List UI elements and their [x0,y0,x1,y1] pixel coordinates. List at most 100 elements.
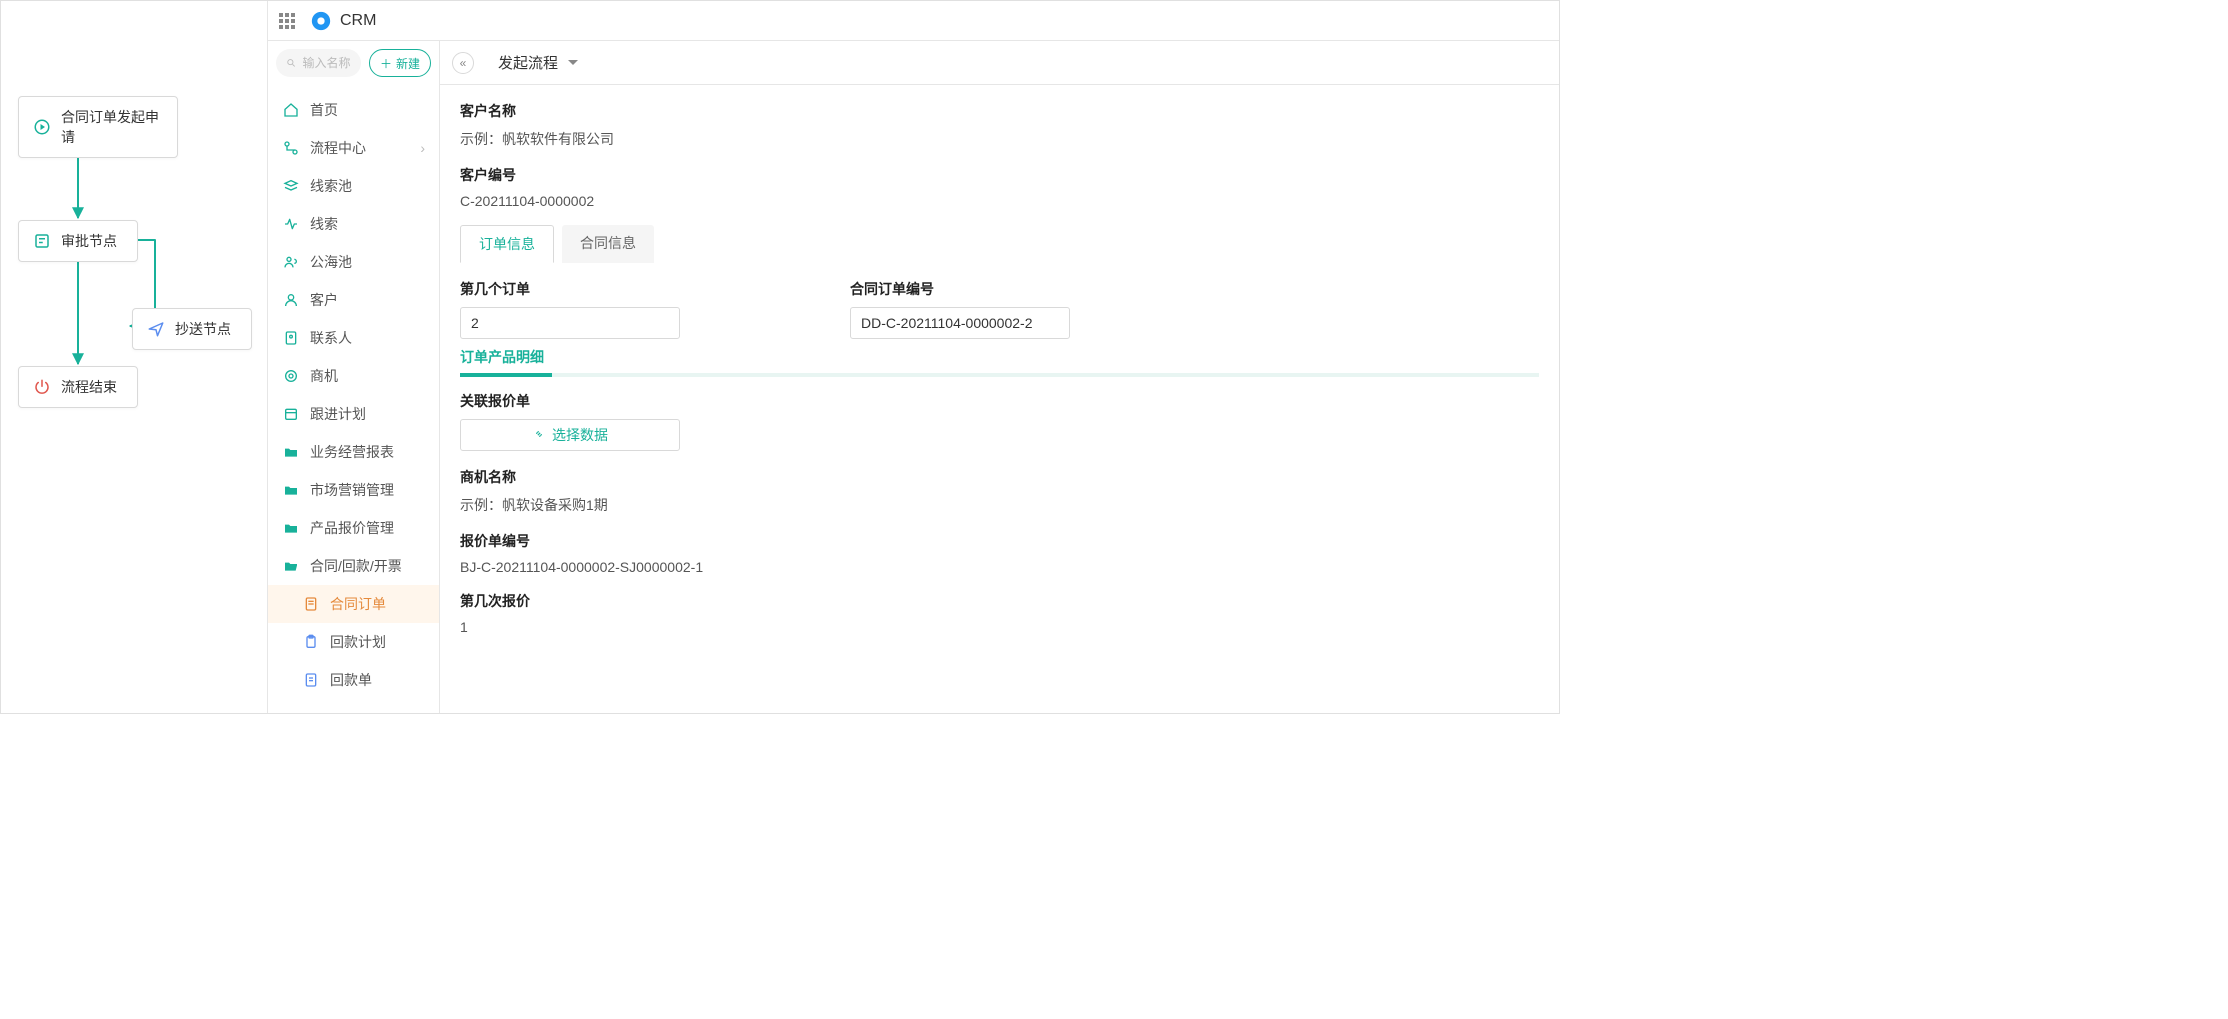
pulse-icon [282,215,300,233]
search-input-wrapper[interactable] [276,49,361,77]
collapse-sidebar-button[interactable]: « [452,52,474,74]
flow-node-start[interactable]: 合同订单发起申请 [18,96,178,158]
sidebar-item-contract-order[interactable]: 合同订单 [268,585,439,623]
contact-icon [282,329,300,347]
tab-order-info[interactable]: 订单信息 [460,225,554,263]
field-value-opportunity: 示例：帆软设备采购1期 [460,495,1539,515]
select-data-label: 选择数据 [552,425,608,445]
sidebar-item-label: 回款单 [330,670,372,690]
order-index-input[interactable] [460,307,680,339]
link-icon [532,427,546,444]
people-icon [282,253,300,271]
target-icon [282,367,300,385]
flow-node-label: 抄送节点 [175,319,231,339]
plus-icon: ＋ [380,55,392,72]
sidebar-item-process[interactable]: 流程中心 › [268,129,439,167]
calendar-icon [282,405,300,423]
flow-node-label: 合同订单发起申请 [61,107,163,147]
person-icon [282,291,300,309]
tabs: 订单信息 合同信息 [460,225,1539,263]
sidebar-item-label: 产品报价管理 [310,518,394,538]
document-icon [302,595,320,613]
sidebar: ＋ 新建 首页 流程中心 › 线 [268,41,440,713]
select-data-button[interactable]: 选择数据 [460,419,680,451]
flow-icon [282,139,300,157]
crm-logo-icon [310,10,332,32]
app-title: CRM [340,12,376,30]
flow-node-label: 流程结束 [61,377,117,397]
chevron-right-icon: › [420,140,425,156]
field-value-customer-no: C-20211104-0000002 [460,193,1539,209]
sidebar-item-label: 业务经营报表 [310,442,394,462]
field-label-opportunity: 商机名称 [460,467,1539,487]
sidebar-item-label: 回款计划 [330,632,386,652]
sidebar-item-label: 公海池 [310,252,352,272]
sidebar-item-label: 合同订单 [330,594,386,614]
field-value-quote-no: BJ-C-20211104-0000002-SJ0000002-1 [460,559,1539,575]
sidebar-item-sea[interactable]: 公海池 [268,243,439,281]
topbar: CRM [268,1,1559,41]
create-button-label: 新建 [396,55,420,72]
sidebar-nav: 首页 流程中心 › 线索池 线索 [268,85,439,713]
field-label-customer-no: 客户编号 [460,165,1539,185]
sidebar-item-quote-mgmt[interactable]: 产品报价管理 [268,509,439,547]
sidebar-item-customer[interactable]: 客户 [268,281,439,319]
create-button[interactable]: ＋ 新建 [369,49,431,77]
flow-diagram: 合同订单发起申请 审批节点 抄送节点 流程结束 [1,1,267,713]
flow-node-label: 审批节点 [61,231,117,251]
apps-grid-icon[interactable] [278,12,296,30]
process-select-label: 发起流程 [498,52,558,73]
field-label-link-quote: 关联报价单 [460,391,1539,411]
sidebar-item-followup[interactable]: 跟进计划 [268,395,439,433]
sidebar-item-payment-plan[interactable]: 回款计划 [268,623,439,661]
flow-node-end[interactable]: 流程结束 [18,366,138,408]
sidebar-item-marketing[interactable]: 市场营销管理 [268,471,439,509]
folder-open-icon [282,557,300,575]
field-label-quote-times: 第几次报价 [460,591,1539,611]
sidebar-item-contact[interactable]: 联系人 [268,319,439,357]
sidebar-item-leadpool[interactable]: 线索池 [268,167,439,205]
folder-icon [282,519,300,537]
order-no-input[interactable] [850,307,1070,339]
sidebar-item-label: 流程中心 [310,138,366,158]
home-icon [282,101,300,119]
folder-icon [282,443,300,461]
play-circle-icon [33,118,51,136]
power-icon [33,378,51,396]
flow-node-cc[interactable]: 抄送节点 [132,308,252,350]
sidebar-item-label: 市场营销管理 [310,480,394,500]
field-value-customer-name: 示例：帆软软件有限公司 [460,129,1539,149]
sidebar-item-lead[interactable]: 线索 [268,205,439,243]
sidebar-item-label: 线索 [310,214,338,234]
sidebar-item-business-report[interactable]: 业务经营报表 [268,433,439,471]
clipboard-icon [302,633,320,651]
sidebar-item-payment-sheet[interactable]: 回款单 [268,661,439,699]
sidebar-item-opportunity[interactable]: 商机 [268,357,439,395]
main-content: « 发起流程 客户名称 示例：帆软软件有限公司 客户编号 C-20211104-… [440,41,1559,713]
send-icon [147,320,165,338]
field-label-customer-name: 客户名称 [460,101,1539,121]
sidebar-item-contract-group[interactable]: 合同/回款/开票 [268,547,439,585]
field-label-order-no: 合同订单编号 [850,279,1070,299]
sidebar-item-label: 合同/回款/开票 [310,556,402,576]
form-icon [33,232,51,250]
sidebar-item-label: 客户 [310,290,338,310]
tab-contract-info[interactable]: 合同信息 [562,225,654,263]
search-input[interactable] [302,56,351,70]
section-progress-bar [460,373,1539,377]
sidebar-item-label: 跟进计划 [310,404,366,424]
sidebar-item-label: 首页 [310,100,338,120]
sidebar-item-label: 联系人 [310,328,352,348]
sheet-icon [302,671,320,689]
sidebar-item-label: 线索池 [310,176,352,196]
flow-node-approval[interactable]: 审批节点 [18,220,138,262]
folder-icon [282,481,300,499]
sidebar-item-label: 商机 [310,366,338,386]
field-label-quote-no: 报价单编号 [460,531,1539,551]
layers-icon [282,177,300,195]
field-label-order-index: 第几个订单 [460,279,680,299]
section-header-products: 订单产品明细 [460,347,1539,367]
process-select[interactable]: 发起流程 [486,48,586,78]
sidebar-item-home[interactable]: 首页 [268,91,439,129]
field-value-quote-times: 1 [460,619,1539,635]
